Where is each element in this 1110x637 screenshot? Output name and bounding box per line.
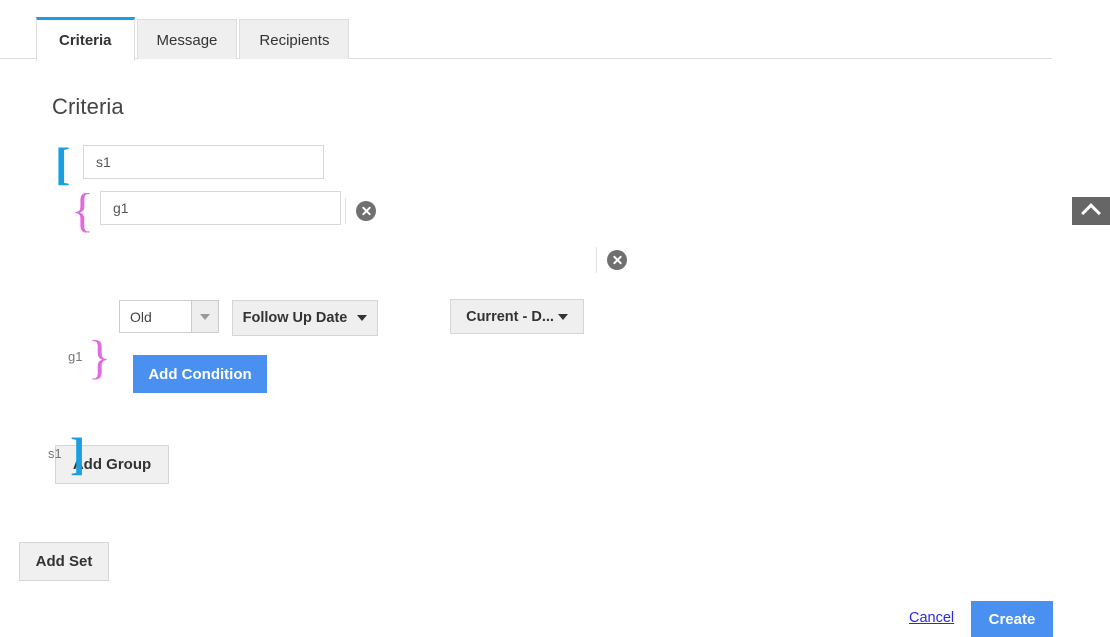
condition-operator-select[interactable]: Old <box>119 300 219 333</box>
create-button-label: Create <box>989 611 1036 628</box>
group-close-label: g1 <box>68 349 82 364</box>
tab-list: Criteria Message Recipients <box>36 17 351 61</box>
close-circle-icon[interactable] <box>356 201 376 221</box>
add-set-button[interactable]: Add Set <box>19 542 109 581</box>
add-condition-label: Add Condition <box>148 366 251 383</box>
set-open-bracket: [ <box>55 141 70 187</box>
tab-recipients-label: Recipients <box>259 32 329 49</box>
close-circle-icon[interactable] <box>607 250 627 270</box>
condition-value-dropdown[interactable]: Current - D... <box>450 299 584 334</box>
set-close-label: s1 <box>48 446 62 461</box>
tab-bar: Criteria Message Recipients <box>0 0 1052 59</box>
chevron-down-icon[interactable] <box>191 301 218 332</box>
group-open-brace: { <box>71 187 94 235</box>
add-set-label: Add Set <box>36 553 93 570</box>
add-condition-button[interactable]: Add Condition <box>133 355 267 393</box>
separator <box>345 198 346 224</box>
separator <box>596 247 597 273</box>
condition-operator-value: Old <box>120 301 191 332</box>
caret-shape <box>200 314 210 320</box>
delete-condition-button[interactable] <box>596 247 627 273</box>
cancel-link[interactable]: Cancel <box>909 610 954 626</box>
page-title: Criteria <box>52 94 124 120</box>
chevron-up-icon <box>1081 203 1101 223</box>
group-name-input[interactable] <box>100 191 341 225</box>
tab-criteria[interactable]: Criteria <box>36 17 135 61</box>
condition-field-label: Follow Up Date <box>243 310 348 326</box>
scroll-to-top-button[interactable] <box>1072 197 1110 225</box>
chevron-down-icon <box>357 315 367 321</box>
set-close-bracket: ] <box>70 431 85 477</box>
tab-message[interactable]: Message <box>137 19 238 61</box>
condition-value-label: Current - D... <box>466 309 554 325</box>
tab-recipients[interactable]: Recipients <box>239 19 349 61</box>
criteria-panel: Criteria [ { Old Follow Up Date Current … <box>0 59 1052 621</box>
set-name-input[interactable] <box>83 145 324 179</box>
tab-message-label: Message <box>157 32 218 49</box>
chevron-down-icon <box>558 314 568 320</box>
delete-group-button[interactable] <box>345 198 376 224</box>
condition-field-dropdown[interactable]: Follow Up Date <box>232 300 378 336</box>
create-button[interactable]: Create <box>971 601 1053 637</box>
tab-criteria-label: Criteria <box>59 32 112 49</box>
group-close-brace: } <box>88 334 111 382</box>
